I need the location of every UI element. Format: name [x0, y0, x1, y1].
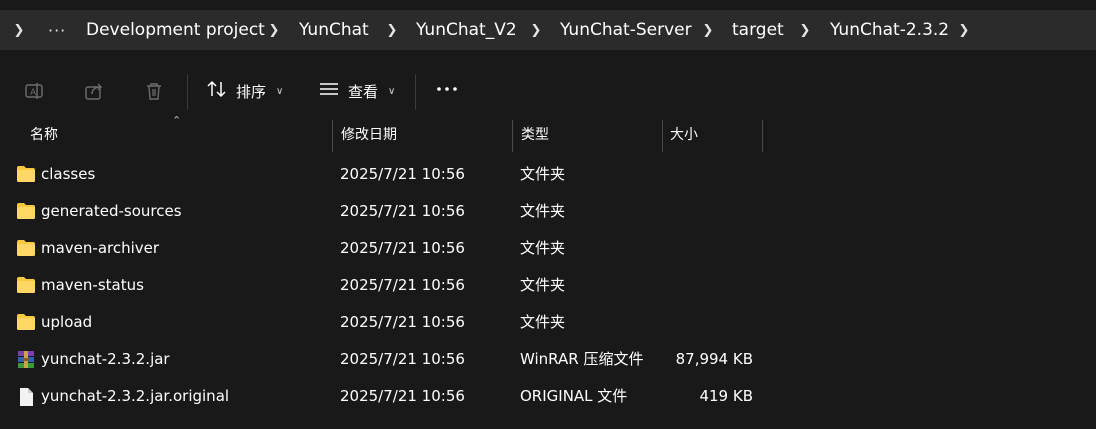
file-type: 文件夹	[520, 165, 566, 183]
column-header-size[interactable]: 大小	[670, 120, 698, 152]
file-list: classes 2025/7/21 10:56 文件夹 generated-so…	[0, 156, 1096, 415]
file-date: 2025/7/21 10:56	[340, 239, 465, 257]
file-row[interactable]: classes 2025/7/21 10:56 文件夹	[0, 156, 1096, 193]
file-size	[640, 267, 753, 304]
chevron-right-icon[interactable]: ❯	[529, 23, 543, 38]
file-type: 文件夹	[520, 276, 566, 294]
more-options-button[interactable]	[436, 79, 458, 103]
file-type: WinRAR 压缩文件	[520, 350, 644, 368]
sort-button[interactable]: 排序 ∨	[206, 79, 283, 103]
sort-label: 排序	[236, 82, 267, 101]
breadcrumb-item-development-project[interactable]: Development project	[84, 20, 267, 40]
file-row[interactable]: maven-status 2025/7/21 10:56 文件夹	[0, 267, 1096, 304]
file-icon	[16, 387, 36, 406]
file-name: classes	[41, 165, 96, 183]
file-size	[640, 193, 753, 230]
file-type: ORIGINAL 文件	[520, 387, 628, 405]
file-row[interactable]: upload 2025/7/21 10:56 文件夹	[0, 304, 1096, 341]
file-date: 2025/7/21 10:56	[340, 387, 465, 405]
breadcrumb-item-yunchat-v2[interactable]: YunChat_V2	[414, 20, 519, 40]
file-date: 2025/7/21 10:56	[340, 165, 465, 183]
rename-icon[interactable]: A	[22, 79, 46, 103]
view-button[interactable]: 查看 ∨	[318, 79, 395, 103]
folder-icon	[16, 165, 36, 183]
svg-text:A: A	[30, 88, 37, 98]
file-date: 2025/7/21 10:56	[340, 350, 465, 368]
file-row[interactable]: generated-sources 2025/7/21 10:56 文件夹	[0, 193, 1096, 230]
breadcrumb-item-target[interactable]: target	[730, 20, 786, 40]
file-size	[640, 304, 753, 341]
toolbar-divider	[415, 74, 416, 110]
chevron-right-icon[interactable]: ❯	[267, 23, 281, 38]
file-date: 2025/7/21 10:56	[340, 202, 465, 220]
more-icon	[436, 79, 458, 103]
chevron-down-icon: ∨	[276, 85, 284, 97]
trash-icon[interactable]	[142, 79, 166, 103]
file-name: maven-archiver	[41, 239, 160, 257]
file-date: 2025/7/21 10:56	[340, 276, 465, 294]
file-type: 文件夹	[520, 202, 566, 220]
column-divider[interactable]	[762, 120, 763, 152]
file-name: maven-status	[41, 276, 144, 294]
column-header-row: ⌃ 名称 修改日期 类型 大小	[0, 114, 1096, 152]
chevron-right-icon[interactable]: ❯	[12, 23, 26, 38]
breadcrumb-item-yunchat-server[interactable]: YunChat-Server	[558, 20, 694, 40]
breadcrumb-item-yunchat[interactable]: YunChat	[297, 20, 371, 40]
folder-icon	[16, 202, 36, 220]
command-bar: A 排序 ∨ 查看 ∨	[0, 62, 1096, 120]
share-icon[interactable]	[82, 79, 106, 103]
file-row[interactable]: yunchat-2.3.2.jar 2025/7/21 10:56 WinRAR…	[0, 341, 1096, 378]
sort-icon	[206, 79, 228, 103]
folder-icon	[16, 313, 36, 331]
file-size: 419 KB	[699, 387, 753, 405]
file-type: 文件夹	[520, 313, 566, 331]
file-name: yunchat-2.3.2.jar	[41, 350, 170, 368]
file-type: 文件夹	[520, 239, 566, 257]
file-size	[640, 230, 753, 267]
column-header-name[interactable]: 名称	[30, 120, 58, 152]
file-size	[640, 156, 753, 193]
chevron-right-icon[interactable]: ❯	[957, 23, 971, 38]
breadcrumb: ❯ ··· Development project ❯ YunChat ❯ Yu…	[0, 10, 1096, 50]
column-divider[interactable]	[662, 120, 663, 152]
file-row[interactable]: maven-archiver 2025/7/21 10:56 文件夹	[0, 230, 1096, 267]
file-date: 2025/7/21 10:56	[340, 313, 465, 331]
winrar-archive-icon	[16, 350, 36, 368]
view-label: 查看	[348, 82, 379, 101]
column-header-type[interactable]: 类型	[521, 120, 549, 152]
view-list-icon	[318, 79, 340, 103]
column-header-date[interactable]: 修改日期	[341, 120, 397, 152]
file-name: generated-sources	[41, 202, 182, 220]
chevron-right-icon[interactable]: ❯	[798, 23, 812, 38]
file-row[interactable]: yunchat-2.3.2.jar.original 2025/7/21 10:…	[0, 378, 1096, 415]
chevron-right-icon[interactable]: ❯	[385, 23, 399, 38]
breadcrumb-overflow-button[interactable]: ···	[46, 21, 68, 40]
toolbar-divider	[187, 74, 188, 110]
column-divider[interactable]	[332, 120, 333, 152]
file-name: yunchat-2.3.2.jar.original	[41, 387, 230, 405]
sort-ascending-icon: ⌃	[172, 114, 182, 127]
folder-icon	[16, 276, 36, 294]
file-name: upload	[41, 313, 93, 331]
chevron-right-icon[interactable]: ❯	[701, 23, 715, 38]
file-size: 87,994 KB	[675, 350, 753, 368]
chevron-down-icon: ∨	[388, 85, 396, 97]
breadcrumb-item-yunchat-2-3-2[interactable]: YunChat-2.3.2	[828, 20, 951, 40]
folder-icon	[16, 239, 36, 257]
column-divider[interactable]	[512, 120, 513, 152]
